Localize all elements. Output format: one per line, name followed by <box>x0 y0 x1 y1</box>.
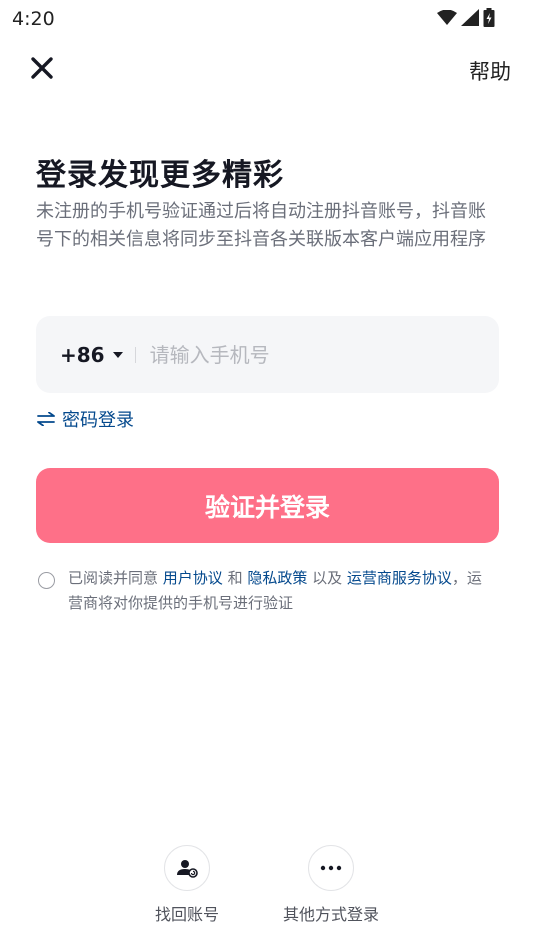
password-login-label: 密码登录 <box>62 410 134 431</box>
agreement-and-also: 以及 <box>307 569 347 587</box>
agreement-checkbox[interactable] <box>38 572 55 589</box>
cellular-signal-icon <box>461 9 479 26</box>
agreement-prefix: 已阅读并同意 <box>68 569 163 587</box>
status-icons <box>437 8 495 27</box>
chevron-down-icon[interactable] <box>112 351 123 358</box>
close-icon <box>31 57 53 79</box>
other-login-label: 其他方式登录 <box>282 905 379 924</box>
close-button[interactable] <box>28 54 56 82</box>
user-agreement-link[interactable]: 用户协议 <box>163 569 223 587</box>
other-login-circle <box>308 845 354 891</box>
country-code-selector[interactable]: +86 <box>60 343 105 367</box>
agreement-and: 和 <box>222 569 248 587</box>
help-link[interactable]: 帮助 <box>469 56 511 86</box>
phone-input-box: +86 <box>36 316 499 393</box>
agreement-text: 已阅读并同意 用户协议 和 隐私政策 以及 运营商服务协议，运营商将对你提供的手… <box>68 566 488 616</box>
privacy-policy-link[interactable]: 隐私政策 <box>247 569 307 587</box>
carrier-agreement-link[interactable]: 运营商服务协议 <box>347 569 452 587</box>
recover-account-circle <box>164 845 210 891</box>
password-login-link[interactable]: 密码登录 <box>36 406 134 432</box>
recover-account-button[interactable]: 找回账号 <box>127 845 247 925</box>
wifi-icon <box>437 9 457 25</box>
recover-account-label: 找回账号 <box>154 905 219 924</box>
input-divider <box>134 346 136 363</box>
battery-icon <box>483 8 495 27</box>
more-options-icon <box>320 865 342 871</box>
swap-arrows-icon <box>37 412 55 426</box>
other-login-methods-button[interactable]: 其他方式登录 <box>271 845 391 925</box>
recover-account-icon <box>177 860 198 878</box>
page-subtitle: 未注册的手机号验证通过后将自动注册抖音账号，抖音账号下的相关信息将同步至抖音各关… <box>36 201 486 250</box>
phone-number-input[interactable] <box>147 341 452 368</box>
verify-login-button[interactable]: 验证并登录 <box>36 468 499 543</box>
status-time: 4:20 <box>12 8 55 30</box>
page-title: 登录发现更多精彩 <box>36 158 284 193</box>
